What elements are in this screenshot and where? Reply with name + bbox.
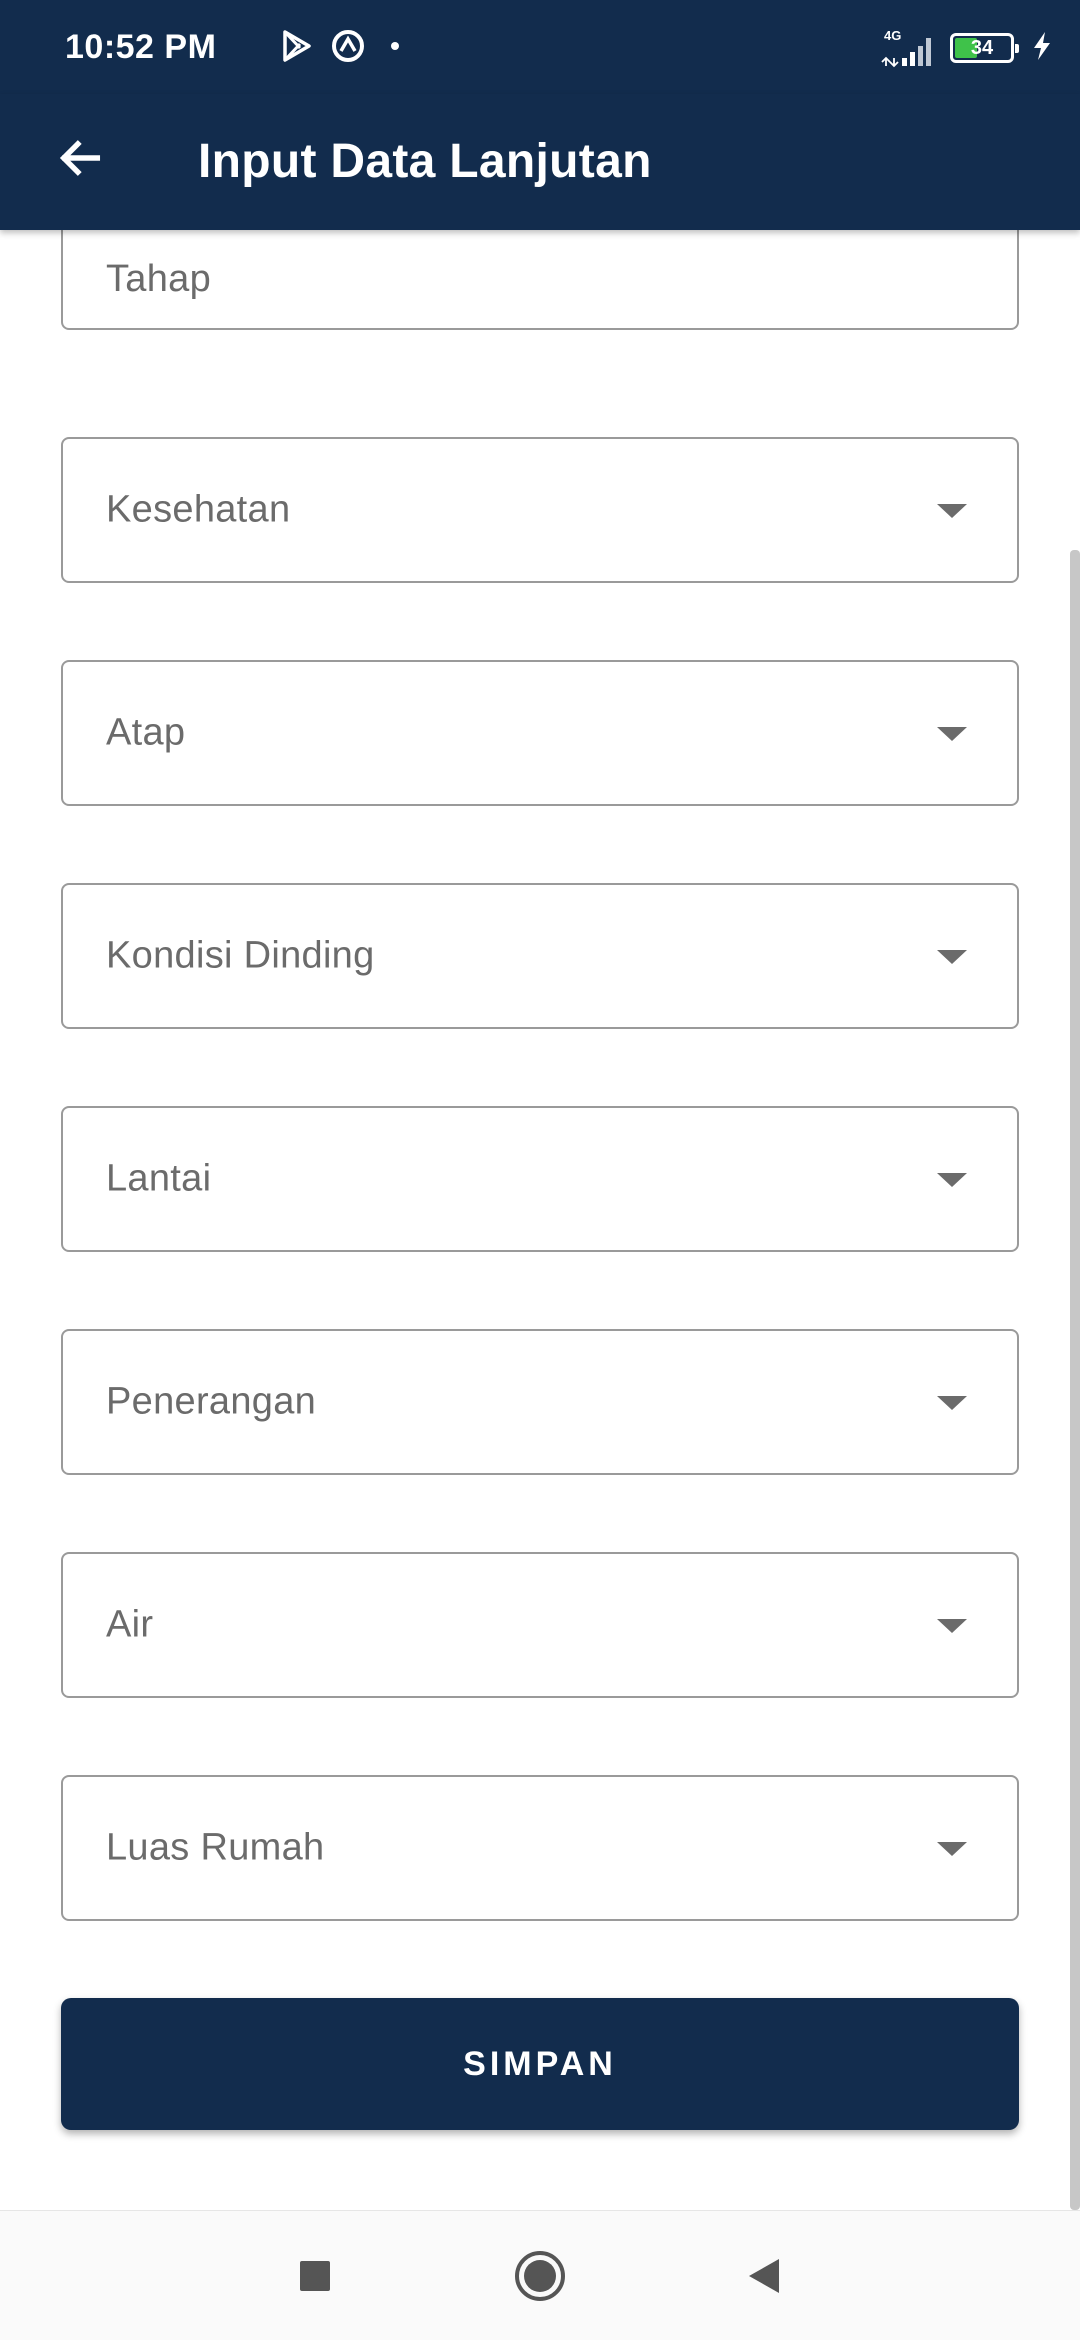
caret-down-icon (937, 1396, 967, 1410)
page-title: Input Data Lanjutan (198, 135, 652, 188)
penerangan-label: Penerangan (106, 1380, 317, 1423)
air-dropdown[interactable]: Air (61, 1552, 1019, 1698)
back-button[interactable] (44, 124, 116, 196)
lantai-label: Lantai (106, 1157, 212, 1200)
kesehatan-dropdown[interactable]: Kesehatan (61, 437, 1019, 583)
tahap-field[interactable]: Tahap (61, 230, 1019, 330)
caret-down-icon (937, 1842, 967, 1856)
kondisi-dinding-dropdown[interactable]: Kondisi Dinding (61, 883, 1019, 1029)
status-icons-left (282, 28, 406, 68)
scrollbar[interactable] (1070, 550, 1080, 2210)
status-icons-right: 4G 34 (880, 26, 1052, 70)
app-bar: Input Data Lanjutan (0, 94, 1080, 230)
battery-icon: 34 (950, 33, 1019, 63)
screen: 10:52 PM 4G 34 Input Data Lanjutan Tahap… (0, 0, 1080, 2340)
network-type-label: 4G (884, 28, 901, 43)
luas-rumah-dropdown[interactable]: Luas Rumah (61, 1775, 1019, 1921)
caret-down-icon (937, 950, 967, 964)
luas-rumah-label: Luas Rumah (106, 1826, 325, 1869)
home-button[interactable] (513, 2249, 567, 2308)
system-back-button[interactable] (738, 2251, 792, 2305)
play-store-icon (282, 29, 312, 67)
recents-icon (298, 2259, 332, 2298)
caret-down-icon (937, 1173, 967, 1187)
caret-down-icon (937, 1619, 967, 1633)
signal-icon: 4G (880, 28, 938, 68)
status-bar: 10:52 PM 4G 34 (0, 0, 1080, 94)
save-button[interactable]: SIMPAN (61, 1998, 1019, 2130)
system-nav-bar (0, 2210, 1080, 2340)
kondisi-dinding-label: Kondisi Dinding (106, 934, 375, 977)
dot-icon (384, 35, 406, 62)
home-icon (513, 2249, 567, 2308)
lantai-dropdown[interactable]: Lantai (61, 1106, 1019, 1252)
status-time: 10:52 PM (65, 28, 217, 66)
tahap-label: Tahap (106, 258, 212, 300)
sync-icon (330, 28, 366, 69)
arrow-back-icon (54, 132, 106, 189)
caret-down-icon (937, 727, 967, 741)
charging-icon (1032, 31, 1052, 66)
back-icon (745, 2256, 785, 2301)
recents-button[interactable] (288, 2251, 342, 2305)
penerangan-dropdown[interactable]: Penerangan (61, 1329, 1019, 1475)
air-label: Air (106, 1603, 154, 1646)
form-content: Tahap Kesehatan Atap Kondisi Dinding Lan… (0, 230, 1080, 2210)
atap-dropdown[interactable]: Atap (61, 660, 1019, 806)
atap-label: Atap (106, 711, 186, 754)
kesehatan-label: Kesehatan (106, 488, 291, 531)
caret-down-icon (937, 504, 967, 518)
battery-level: 34 (970, 36, 994, 59)
